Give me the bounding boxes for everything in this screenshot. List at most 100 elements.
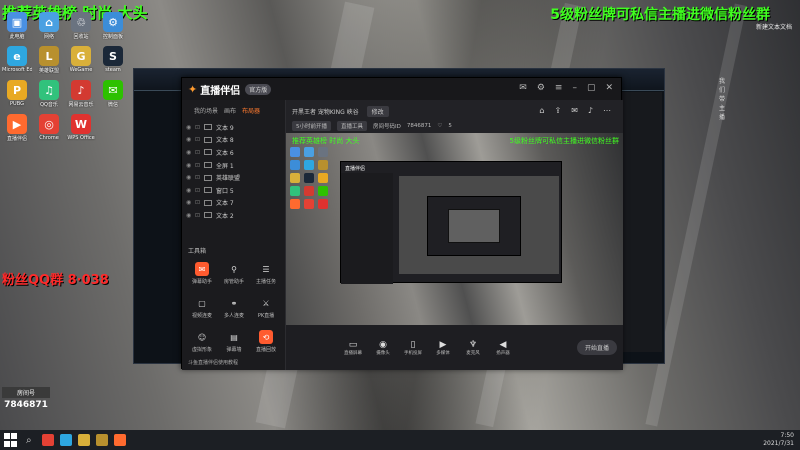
tool-button[interactable]: ☰ 主播任务: [250, 262, 282, 292]
tool-label: 弹幕助手: [191, 279, 212, 285]
desktop-icon[interactable]: ♫ QQ音乐: [34, 80, 64, 110]
lock-icon[interactable]: ⊡: [195, 212, 204, 219]
lock-icon[interactable]: ⊡: [195, 124, 204, 131]
client-username[interactable]: 我们带主播: [719, 76, 725, 121]
layer-item[interactable]: ◉ ⊡ 窗口 5: [182, 184, 285, 197]
close-icon[interactable]: ✕: [605, 83, 613, 93]
more-icon[interactable]: ⋯: [603, 106, 611, 115]
source-button[interactable]: ♆ 麦克风: [464, 340, 482, 356]
layer-type-icon: [204, 174, 212, 181]
tool-button[interactable]: ▢ 视频连麦: [186, 296, 218, 326]
lock-icon[interactable]: ⊡: [195, 199, 204, 206]
source-button[interactable]: ▭ 直播屏幕: [344, 340, 362, 356]
desktop-icon[interactable]: L 英雄联盟: [34, 46, 64, 76]
start-stream-button[interactable]: 开始直播: [576, 340, 617, 355]
app-icon: S: [103, 46, 123, 66]
desktop-icon-label: 直播伴侣: [6, 136, 27, 142]
desktop-icon[interactable]: ✉ 微信: [98, 80, 128, 110]
tool-button[interactable]: ▤ 弹幕墙: [218, 330, 250, 360]
app-icon: ♫: [39, 80, 59, 100]
notice-icon[interactable]: ✉: [571, 106, 578, 115]
desktop-icon[interactable]: P PUBG: [2, 80, 32, 110]
taskbar-app-lol-icon[interactable]: [95, 434, 108, 446]
tool-button[interactable]: ✉ 弹幕助手: [186, 262, 218, 292]
like-icon: ♡: [437, 123, 443, 129]
desktop-icon[interactable]: ▶ 直播伴侣: [2, 114, 32, 144]
taskbar-app-chrome-icon[interactable]: [41, 434, 54, 446]
desktop-icon[interactable]: eMicrosoft Edge: [2, 46, 32, 76]
lock-icon[interactable]: ⊡: [195, 162, 204, 169]
desktop-file-label[interactable]: 新建文本文档: [756, 22, 792, 31]
visibility-icon[interactable]: ◉: [186, 162, 195, 169]
layer-item[interactable]: ◉ ⊡ 文本 2: [182, 209, 285, 222]
layer-item[interactable]: ◉ ⊡ 全屏 1: [182, 159, 285, 172]
minimize-icon[interactable]: –: [572, 83, 577, 93]
maximize-icon[interactable]: ▢: [587, 83, 596, 93]
layer-item[interactable]: ◉ ⊡ 文本 9: [182, 121, 285, 134]
scene-tab[interactable]: 画布: [224, 106, 236, 115]
bell-icon[interactable]: ♪: [588, 106, 593, 115]
tool-label: 多人连麦: [223, 313, 244, 319]
layer-item[interactable]: ◉ ⊡ 文本 6: [182, 146, 285, 159]
tool-button[interactable]: ⟲ 直播回放: [250, 330, 282, 360]
share-icon[interactable]: ⇪: [554, 106, 561, 115]
visibility-icon[interactable]: ◉: [186, 149, 195, 156]
lock-icon[interactable]: ⊡: [195, 149, 204, 156]
source-button[interactable]: ◀ 扬声器: [494, 340, 512, 356]
layer-label: 全屏 1: [216, 162, 234, 170]
desktop-icon[interactable]: ⌂ 网络: [34, 12, 64, 42]
layer-item[interactable]: ◉ ⊡ 文本 7: [182, 197, 285, 210]
lock-icon[interactable]: ⊡: [195, 136, 204, 143]
app-icon: L: [39, 46, 59, 66]
search-icon[interactable]: ⌕: [26, 435, 32, 446]
source-button[interactable]: ▶ 多媒体: [434, 340, 452, 356]
desktop-icon[interactable]: ♪ 网易云音乐: [66, 80, 96, 110]
taskbar-app-wegame-icon[interactable]: [77, 434, 90, 446]
desktop-icon[interactable]: G WeGame: [66, 46, 96, 76]
room-id-value: 7846871: [406, 123, 432, 129]
taskbar-app-stream-icon[interactable]: [113, 434, 126, 446]
stream-tools-pill[interactable]: 直播工具: [337, 121, 368, 131]
gift-icon[interactable]: ✉: [519, 83, 527, 93]
stream-preview[interactable]: 推荐英雄榜 时尚 大头 5级粉丝牌可私信主播进微信粉丝群 直播伴侣: [286, 133, 623, 325]
layer-item[interactable]: ◉ ⊡ 英雄联盟: [182, 171, 285, 184]
desktop-icon[interactable]: ⚙ 控制面板: [98, 12, 128, 42]
system-tray[interactable]: 7:50 2021/7/31: [763, 432, 794, 448]
streaming-app-window[interactable]: ✦ 直播伴侣 官方版 ✉ ⚙ ≡ – ▢ ✕ 我的场景 画布 布局器 ◉ ⊡ 文本 9 ◉…: [181, 77, 623, 370]
source-label: 扬声器: [496, 350, 510, 356]
tool-label: PK直播: [257, 313, 275, 319]
store-icon[interactable]: ⌂: [539, 106, 544, 115]
lock-icon[interactable]: ⊡: [195, 187, 204, 194]
menu-icon[interactable]: ≡: [555, 83, 563, 93]
tool-button[interactable]: ☺ 虚拟形象: [186, 330, 218, 360]
tool-button[interactable]: ⚭ 多人连麦: [218, 296, 250, 326]
tray-date: 2021/7/31: [763, 440, 794, 447]
tool-button[interactable]: ⚔ PK直播: [250, 296, 282, 326]
visibility-icon[interactable]: ◉: [186, 199, 195, 206]
nested-preview-window-3: [448, 209, 500, 243]
settings-icon[interactable]: ⚙: [537, 83, 545, 93]
desktop-icon[interactable]: ▣ 此电脑: [2, 12, 32, 42]
source-button[interactable]: ▯ 手机投屏: [404, 340, 422, 356]
tool-button[interactable]: ⚲ 房管助手: [218, 262, 250, 292]
side-panel-fragment: [622, 92, 662, 352]
visibility-icon[interactable]: ◉: [186, 124, 195, 131]
desktop-icon[interactable]: ◎ Chrome: [34, 114, 64, 144]
preview-app-icon: [290, 147, 300, 157]
visibility-icon[interactable]: ◉: [186, 212, 195, 219]
desktop-icon[interactable]: Ssteam: [98, 46, 128, 76]
scene-tab[interactable]: 布局器: [242, 106, 260, 115]
scene-tab[interactable]: 我的场景: [194, 106, 218, 115]
windows-start-icon[interactable]: [4, 433, 18, 447]
tutorial-link[interactable]: 斗鱼直播伴侣使用教程: [188, 359, 238, 366]
desktop-icon[interactable]: W WPS Office: [66, 114, 96, 144]
edit-title-button[interactable]: 修改: [366, 106, 389, 117]
lock-icon[interactable]: ⊡: [195, 174, 204, 181]
visibility-icon[interactable]: ◉: [186, 174, 195, 181]
taskbar-app-edge-icon[interactable]: [59, 434, 72, 446]
visibility-icon[interactable]: ◉: [186, 136, 195, 143]
source-button[interactable]: ◉ 摄像头: [374, 340, 392, 356]
layer-item[interactable]: ◉ ⊡ 文本 8: [182, 134, 285, 147]
visibility-icon[interactable]: ◉: [186, 187, 195, 194]
desktop-icon[interactable]: ♲ 回收站: [66, 12, 96, 42]
